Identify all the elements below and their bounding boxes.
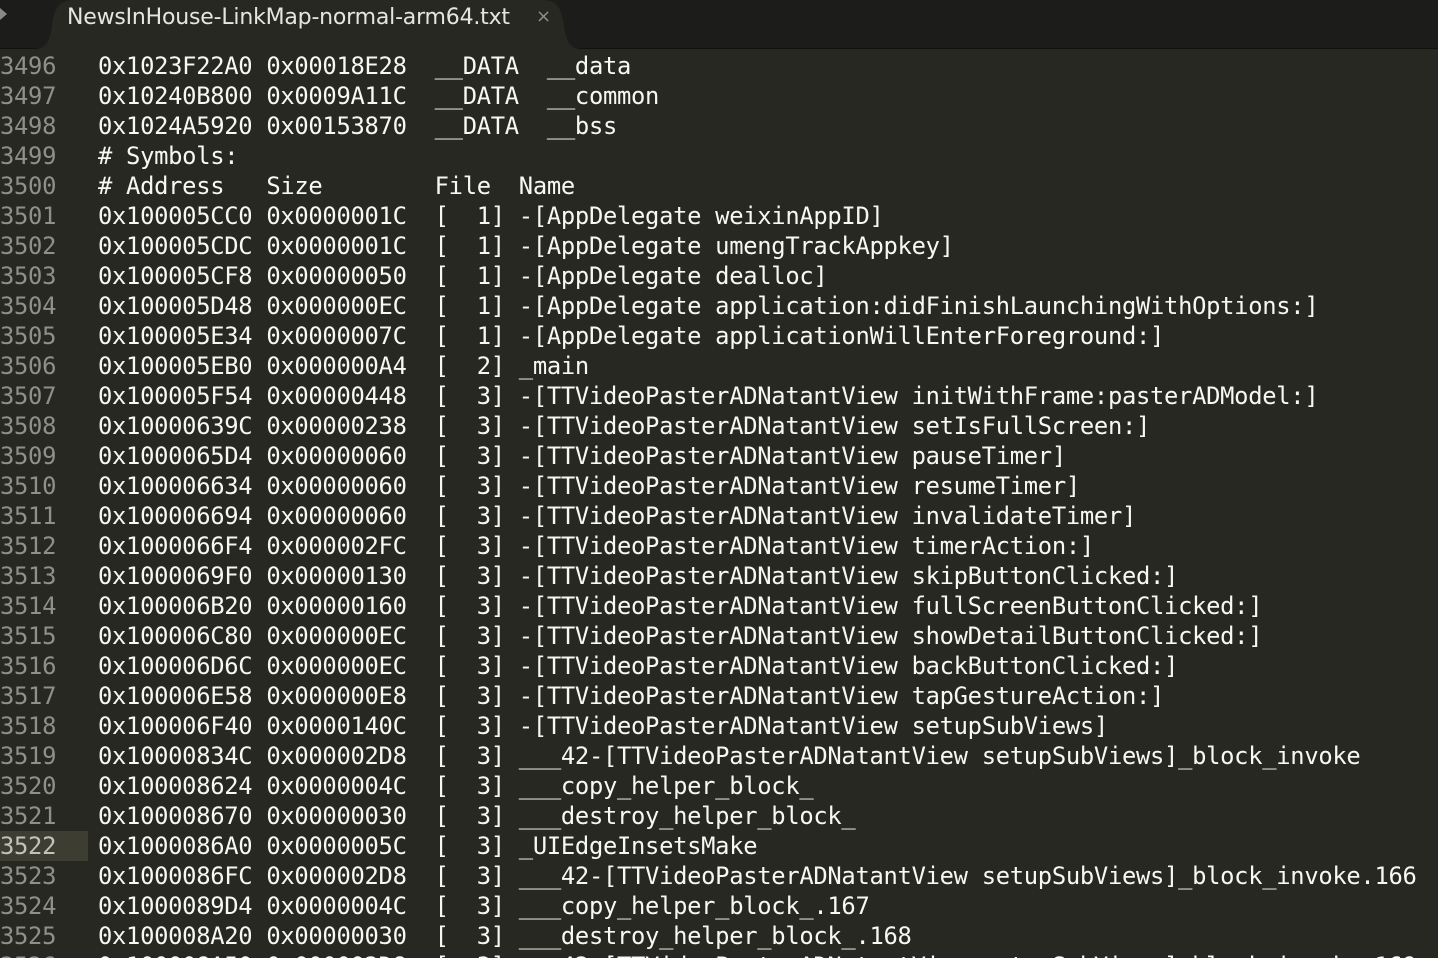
close-icon[interactable]: × bbox=[536, 6, 551, 27]
editor-line[interactable]: 3515 0x100006C80 0x000000EC [ 3] -[TTVide… bbox=[0, 621, 1438, 651]
line-text[interactable]: 0x100005E34 0x0000007C [ 1] -[AppDelegat… bbox=[98, 321, 1164, 351]
editor-line[interactable]: 3509 0x1000065D4 0x00000060 [ 3] -[TTVide… bbox=[0, 441, 1438, 471]
line-number: 3525 bbox=[0, 922, 57, 950]
line-text[interactable]: 0x100005CDC 0x0000001C [ 1] -[AppDelegat… bbox=[98, 231, 954, 261]
line-number: 3521 bbox=[0, 802, 57, 830]
line-text[interactable]: 0x100006B20 0x00000160 [ 3] -[TTVideoPas… bbox=[98, 591, 1263, 621]
editor-line[interactable]: 3523 0x1000086FC 0x000002D8 [ 3] ___42-[T… bbox=[0, 861, 1438, 891]
line-text[interactable]: 0x1000065D4 0x00000060 [ 3] -[TTVideoPas… bbox=[98, 441, 1066, 471]
line-number: 3519 bbox=[0, 742, 57, 770]
editor-line[interactable]: 3525 0x100008A20 0x00000030 [ 3] ___destr… bbox=[0, 921, 1438, 951]
line-number: 3506 bbox=[0, 352, 57, 380]
editor-line[interactable]: 3513 0x1000069F0 0x00000130 [ 3] -[TTVide… bbox=[0, 561, 1438, 591]
editor-line[interactable]: 3506 0x100005EB0 0x000000A4 [ 2] _main bbox=[0, 351, 1438, 381]
text-editor[interactable]: 3496 0x1023F22A0 0x00018E28 __DATA __data… bbox=[0, 50, 1438, 958]
line-text[interactable]: 0x1000069F0 0x00000130 [ 3] -[TTVideoPas… bbox=[98, 561, 1178, 591]
line-number: 3511 bbox=[0, 502, 57, 530]
line-number: 3520 bbox=[0, 772, 57, 800]
line-number: 3522 bbox=[0, 831, 88, 861]
line-number: 3513 bbox=[0, 562, 57, 590]
line-text[interactable]: 0x100005CC0 0x0000001C [ 1] -[AppDelegat… bbox=[98, 201, 884, 231]
line-text[interactable]: 0x100005EB0 0x000000A4 [ 2] _main bbox=[98, 351, 589, 381]
editor-line[interactable]: 3503 0x100005CF8 0x00000050 [ 1] -[AppDel… bbox=[0, 261, 1438, 291]
tab-title: NewsInHouse-LinkMap-normal-arm64.txt bbox=[67, 5, 510, 30]
line-number: 3504 bbox=[0, 292, 57, 320]
line-text[interactable]: 0x100006E58 0x000000E8 [ 3] -[TTVideoPas… bbox=[98, 681, 1164, 711]
editor-line[interactable]: 3526 0x100008A50 0x000002D8 [ 3] ___42-[T… bbox=[0, 951, 1438, 958]
line-text[interactable]: 0x1000066F4 0x000002FC [ 3] -[TTVideoPas… bbox=[98, 531, 1094, 561]
line-number: 3524 bbox=[0, 892, 57, 920]
line-number: 3517 bbox=[0, 682, 57, 710]
line-number: 3500 bbox=[0, 172, 57, 200]
editor-line[interactable]: 3497 0x10240B800 0x0009A11C __DATA __comm… bbox=[0, 81, 1438, 111]
editor-line[interactable]: 3520 0x100008624 0x0000004C [ 3] ___copy_… bbox=[0, 771, 1438, 801]
editor-line[interactable]: 3505 0x100005E34 0x0000007C [ 1] -[AppDel… bbox=[0, 321, 1438, 351]
line-number: 3523 bbox=[0, 862, 57, 890]
editor-line[interactable]: 3501 0x100005CC0 0x0000001C [ 1] -[AppDel… bbox=[0, 201, 1438, 231]
editor-line[interactable]: 3522 0x1000086A0 0x0000005C [ 3] _UIEdgeI… bbox=[0, 831, 1438, 861]
editor-line[interactable]: 3517 0x100006E58 0x000000E8 [ 3] -[TTVide… bbox=[0, 681, 1438, 711]
line-text[interactable]: 0x100008670 0x00000030 [ 3] ___destroy_h… bbox=[98, 801, 856, 831]
line-number: 3505 bbox=[0, 322, 57, 350]
editor-line[interactable]: 3516 0x100006D6C 0x000000EC [ 3] -[TTVide… bbox=[0, 651, 1438, 681]
line-number: 3518 bbox=[0, 712, 57, 740]
line-text[interactable]: 0x100005D48 0x000000EC [ 1] -[AppDelegat… bbox=[98, 291, 1319, 321]
line-number: 3496 bbox=[0, 52, 57, 80]
line-text[interactable]: 0x100006C80 0x000000EC [ 3] -[TTVideoPas… bbox=[98, 621, 1263, 651]
line-number: 3514 bbox=[0, 592, 57, 620]
line-number: 3508 bbox=[0, 412, 57, 440]
line-text[interactable]: 0x100006D6C 0x000000EC [ 3] -[TTVideoPas… bbox=[98, 651, 1178, 681]
editor-line[interactable]: 3496 0x1023F22A0 0x00018E28 __DATA __data bbox=[0, 51, 1438, 81]
line-text[interactable]: # Symbols: bbox=[98, 141, 239, 171]
line-number: 3515 bbox=[0, 622, 57, 650]
editor-line[interactable]: 3499 # Symbols: bbox=[0, 141, 1438, 171]
line-text[interactable]: 0x1023F22A0 0x00018E28 __DATA __data bbox=[98, 51, 631, 81]
tab-active-file[interactable]: NewsInHouse-LinkMap-normal-arm64.txt × bbox=[34, 0, 582, 49]
line-text[interactable]: 0x100005CF8 0x00000050 [ 1] -[AppDelegat… bbox=[98, 261, 828, 291]
line-text[interactable]: 0x10240B800 0x0009A11C __DATA __common bbox=[98, 81, 659, 111]
line-text[interactable]: 0x10000639C 0x00000238 [ 3] -[TTVideoPas… bbox=[98, 411, 1150, 441]
line-text[interactable]: # Address Size File Name bbox=[98, 171, 575, 201]
line-text[interactable]: 0x100008A20 0x00000030 [ 3] ___destroy_h… bbox=[98, 921, 912, 951]
line-number: 3502 bbox=[0, 232, 57, 260]
line-number: 3526 bbox=[0, 951, 88, 958]
line-text[interactable]: 0x100005F54 0x00000448 [ 3] -[TTVideoPas… bbox=[98, 381, 1319, 411]
line-number: 3501 bbox=[0, 202, 57, 230]
line-number: 3509 bbox=[0, 442, 57, 470]
editor-line[interactable]: 3504 0x100005D48 0x000000EC [ 1] -[AppDel… bbox=[0, 291, 1438, 321]
line-number: 3497 bbox=[0, 82, 57, 110]
line-text[interactable]: 0x100008624 0x0000004C [ 3] ___copy_help… bbox=[98, 771, 814, 801]
line-text[interactable]: 0x100006634 0x00000060 [ 3] -[TTVideoPas… bbox=[98, 471, 1080, 501]
editor-line[interactable]: 3519 0x10000834C 0x000002D8 [ 3] ___42-[T… bbox=[0, 741, 1438, 771]
editor-line[interactable]: 3510 0x100006634 0x00000060 [ 3] -[TTVide… bbox=[0, 471, 1438, 501]
editor-line[interactable]: 3514 0x100006B20 0x00000160 [ 3] -[TTVide… bbox=[0, 591, 1438, 621]
line-number: 3512 bbox=[0, 532, 57, 560]
line-text[interactable]: 0x10000834C 0x000002D8 [ 3] ___42-[TTVid… bbox=[98, 741, 1361, 771]
editor-line[interactable]: 3498 0x1024A5920 0x00153870 __DATA __bss bbox=[0, 111, 1438, 141]
line-text[interactable]: 0x1024A5920 0x00153870 __DATA __bss bbox=[98, 111, 617, 141]
line-number: 3499 bbox=[0, 142, 57, 170]
editor-line[interactable]: 3500 # Address Size File Name bbox=[0, 171, 1438, 201]
editor-line[interactable]: 3511 0x100006694 0x00000060 [ 3] -[TTVide… bbox=[0, 501, 1438, 531]
line-number: 3498 bbox=[0, 112, 57, 140]
tab-bar: NewsInHouse-LinkMap-normal-arm64.txt × bbox=[0, 0, 1438, 49]
line-text[interactable]: 0x100006694 0x00000060 [ 3] -[TTVideoPas… bbox=[98, 501, 1136, 531]
editor-line[interactable]: 3508 0x10000639C 0x00000238 [ 3] -[TTVide… bbox=[0, 411, 1438, 441]
editor-line[interactable]: 3502 0x100005CDC 0x0000001C [ 1] -[AppDel… bbox=[0, 231, 1438, 261]
editor-line[interactable]: 3512 0x1000066F4 0x000002FC [ 3] -[TTVide… bbox=[0, 531, 1438, 561]
editor-line[interactable]: 3521 0x100008670 0x00000030 [ 3] ___destr… bbox=[0, 801, 1438, 831]
play-triangle-icon[interactable] bbox=[0, 8, 7, 20]
editor-line[interactable]: 3507 0x100005F54 0x00000448 [ 3] -[TTVide… bbox=[0, 381, 1438, 411]
line-text[interactable]: 0x100006F40 0x0000140C [ 3] -[TTVideoPas… bbox=[98, 711, 1108, 741]
line-number: 3503 bbox=[0, 262, 57, 290]
editor-line[interactable]: 3524 0x1000089D4 0x0000004C [ 3] ___copy_… bbox=[0, 891, 1438, 921]
editor-line[interactable]: 3518 0x100006F40 0x0000140C [ 3] -[TTVide… bbox=[0, 711, 1438, 741]
line-text[interactable]: 0x100008A50 0x000002D8 [ 3] ___42-[TTVid… bbox=[98, 951, 1417, 958]
line-number: 3510 bbox=[0, 472, 57, 500]
line-text[interactable]: 0x1000086FC 0x000002D8 [ 3] ___42-[TTVid… bbox=[98, 861, 1417, 891]
line-text[interactable]: 0x1000089D4 0x0000004C [ 3] ___copy_help… bbox=[98, 891, 870, 921]
line-number: 3507 bbox=[0, 382, 57, 410]
line-text[interactable]: 0x1000086A0 0x0000005C [ 3] _UIEdgeInset… bbox=[98, 831, 758, 861]
line-number: 3516 bbox=[0, 652, 57, 680]
